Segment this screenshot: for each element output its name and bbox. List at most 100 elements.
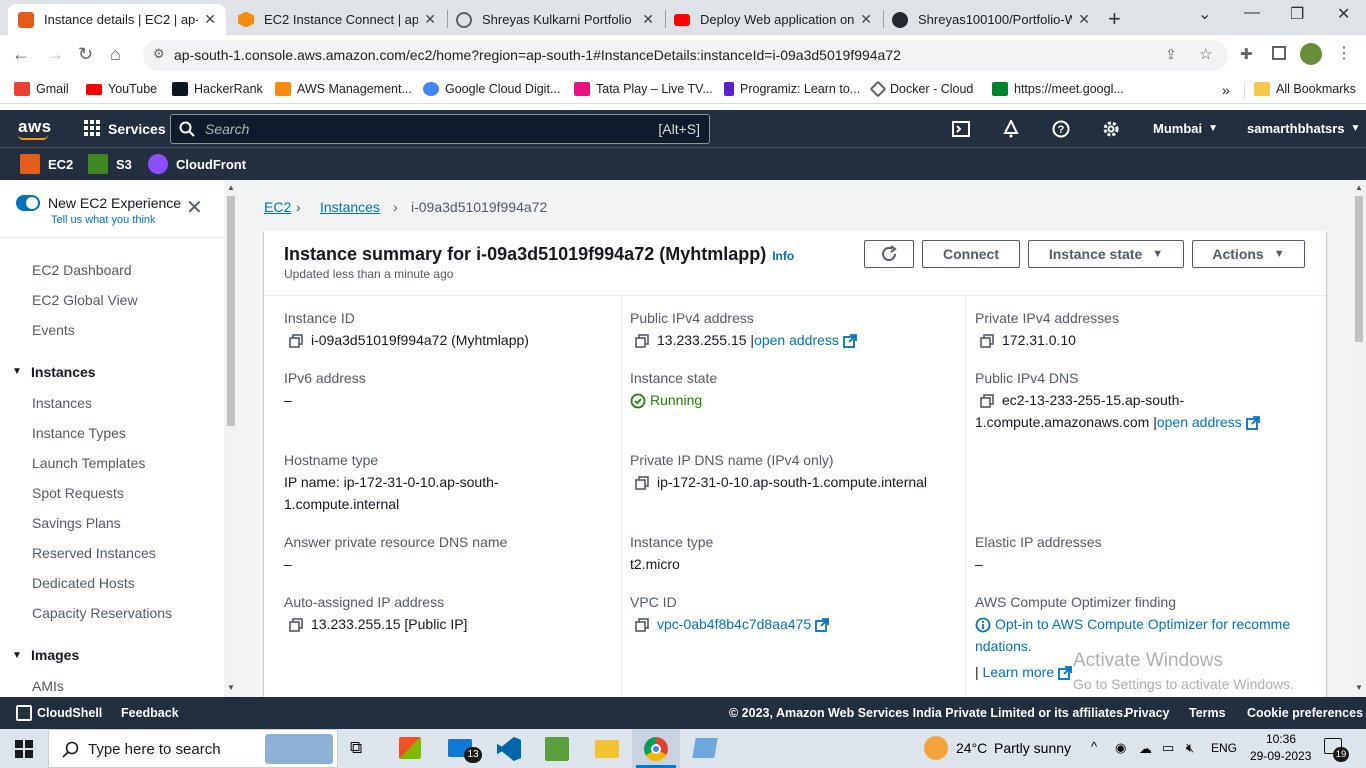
copy-icon[interactable] xyxy=(635,618,649,633)
aws-search-input[interactable]: Search [Alt+S] xyxy=(170,114,710,144)
optimizer-link-line1[interactable]: Opt-in to AWS Compute Optimizer for reco… xyxy=(975,613,1290,635)
bookmark-programiz[interactable]: Programiz: Learn to... xyxy=(724,82,860,96)
sidebar-item-ec2-dashboard[interactable]: EC2 Dashboard xyxy=(32,262,132,278)
scroll-up-icon[interactable]: ▲ xyxy=(227,183,235,192)
close-tab-icon[interactable]: ✕ xyxy=(642,11,654,28)
sidebar-item-amis[interactable]: AMIs xyxy=(32,678,64,694)
instance-state-button[interactable]: Instance state ▼ xyxy=(1028,240,1184,268)
region-selector[interactable]: Mumbai ▼ xyxy=(1153,121,1218,136)
battery-icon[interactable]: ▭ xyxy=(1162,740,1174,756)
favorite-ec2[interactable]: EC2 xyxy=(20,154,73,174)
external-link-icon[interactable] xyxy=(1245,416,1260,431)
task-view-icon[interactable]: ⧉ xyxy=(350,738,362,758)
cookie-preferences-link[interactable]: Cookie preferences xyxy=(1247,706,1363,720)
weather-description[interactable]: Partly sunny xyxy=(994,740,1071,756)
share-icon[interactable]: ⇪ xyxy=(1165,46,1177,63)
restore-icon[interactable]: ❐ xyxy=(1290,4,1304,24)
close-tab-icon[interactable]: ✕ xyxy=(204,11,216,28)
sidebar-section-images[interactable]: Images xyxy=(31,647,79,663)
breadcrumb-ec2[interactable]: EC2 xyxy=(264,199,291,215)
site-info-icon[interactable]: ⚙ xyxy=(153,46,165,62)
sidebar-item-launch-templates[interactable]: Launch Templates xyxy=(32,455,145,471)
copy-icon[interactable] xyxy=(980,334,994,349)
aws-logo[interactable]: aws xyxy=(18,117,52,137)
sidebar-item-instance-types[interactable]: Instance Types xyxy=(32,425,126,441)
settings-gear-icon[interactable] xyxy=(1102,120,1120,138)
feedback-button[interactable]: Feedback xyxy=(121,706,179,720)
extensions-icon[interactable]: ✚ xyxy=(1240,45,1253,63)
network-icon[interactable]: ☁ xyxy=(1139,741,1152,757)
cloudshell-icon[interactable] xyxy=(16,705,32,721)
main-scrollbar[interactable]: ▲ ▼ xyxy=(1352,180,1366,697)
side-panel-icon[interactable] xyxy=(1272,46,1286,60)
snipping-tool-icon[interactable] xyxy=(692,738,718,758)
photos-icon[interactable] xyxy=(545,737,569,761)
external-link-icon[interactable] xyxy=(1058,666,1073,681)
sidebar-scrollbar[interactable]: ▲ ▼ xyxy=(224,180,238,697)
bookmark-meet[interactable]: https://meet.googl... xyxy=(992,82,1124,96)
copy-icon[interactable] xyxy=(289,334,303,349)
sidebar-item-savings-plans[interactable]: Savings Plans xyxy=(32,515,121,531)
sidebar-item-dedicated-hosts[interactable]: Dedicated Hosts xyxy=(32,575,135,591)
bookmark-docker[interactable]: Docker - Cloud xyxy=(869,80,973,98)
home-icon[interactable]: ⌂ xyxy=(110,44,121,65)
caret-down-icon[interactable]: ▼ xyxy=(12,650,22,661)
address-bar[interactable]: ⚙ ap-south-1.console.aws.amazon.com/ec2/… xyxy=(143,40,1228,71)
weather-temperature[interactable]: 24°C xyxy=(956,740,987,756)
sidebar-item-spot-requests[interactable]: Spot Requests xyxy=(32,485,124,501)
vscode-icon[interactable] xyxy=(497,737,521,761)
terms-link[interactable]: Terms xyxy=(1189,706,1226,720)
sidebar-section-instances[interactable]: Instances xyxy=(31,364,96,380)
profile-avatar[interactable] xyxy=(1300,43,1322,65)
cloudshell-button[interactable]: CloudShell xyxy=(37,706,102,720)
browser-tab-github[interactable]: Shreyas100100/Portfolio-We ✕ xyxy=(882,4,1100,35)
minimize-icon[interactable]: — xyxy=(1244,4,1260,22)
open-address-link[interactable]: open address xyxy=(1157,414,1242,430)
clock-date[interactable]: 29-09-2023 xyxy=(1250,749,1311,763)
copy-icon[interactable] xyxy=(635,476,649,491)
browser-tab-ec2-instance[interactable]: Instance details | EC2 | ap-so ✕ xyxy=(8,4,226,35)
scroll-down-icon[interactable]: ▼ xyxy=(227,683,235,692)
camera-icon[interactable]: ◉ xyxy=(1115,740,1126,756)
copy-icon[interactable] xyxy=(635,334,649,349)
scroll-down-icon[interactable]: ▼ xyxy=(1355,683,1363,692)
back-icon[interactable]: ← xyxy=(12,44,30,65)
learn-more-link[interactable]: Learn more xyxy=(983,664,1055,680)
bookmark-aws[interactable]: AWS Management... xyxy=(275,82,412,96)
all-bookmarks-button[interactable]: All Bookmarks xyxy=(1254,82,1356,96)
reload-icon[interactable]: ↻ xyxy=(78,44,93,65)
bookmark-tata-play[interactable]: Tata Play – Live TV... xyxy=(574,82,713,96)
tray-chevron-up-icon[interactable]: ^ xyxy=(1091,739,1097,754)
scrollbar-thumb[interactable] xyxy=(1355,196,1363,342)
feedback-link[interactable]: Tell us what you think xyxy=(51,214,156,226)
volume-muted-icon[interactable]: 🔇︎ xyxy=(1186,740,1194,756)
scrollbar-thumb[interactable] xyxy=(227,196,235,426)
bookmark-star-icon[interactable]: ☆ xyxy=(1199,45,1212,63)
copy-icon[interactable] xyxy=(289,618,303,633)
new-tab-button[interactable]: + xyxy=(1108,6,1121,32)
chrome-menu-icon[interactable]: ⋮ xyxy=(1336,43,1352,63)
new-experience-toggle[interactable] xyxy=(16,195,40,211)
chrome-taskbar-button[interactable] xyxy=(632,729,680,768)
sidebar-item-events[interactable]: Events xyxy=(32,322,75,338)
optimizer-link[interactable]: Opt-in to AWS Compute Optimizer for reco… xyxy=(995,616,1290,632)
more-bookmarks-button[interactable]: » xyxy=(1222,82,1230,98)
cloudshell-icon[interactable] xyxy=(952,121,970,137)
copy-icon[interactable] xyxy=(980,394,994,409)
help-icon[interactable]: ? xyxy=(1052,120,1070,138)
bookmark-youtube[interactable]: YouTube xyxy=(86,82,157,96)
optimizer-link[interactable]: ndations. xyxy=(975,638,1032,654)
actions-button[interactable]: Actions ▼ xyxy=(1192,240,1305,268)
microsoft-store-icon[interactable] xyxy=(399,737,421,759)
favorite-cloudfront[interactable]: CloudFront xyxy=(148,154,246,174)
windows-start-icon[interactable] xyxy=(15,740,33,758)
external-link-icon[interactable] xyxy=(843,334,857,349)
info-link[interactable]: Info xyxy=(772,249,794,263)
notifications-bell-icon[interactable] xyxy=(1002,120,1020,138)
clock-time[interactable]: 10:36 xyxy=(1266,732,1296,746)
account-menu[interactable]: samarthbhatsrs ▼ xyxy=(1247,121,1360,136)
bookmark-gmail[interactable]: Gmail xyxy=(14,82,69,96)
caret-down-icon[interactable]: ▼ xyxy=(12,366,22,377)
sidebar-item-instances[interactable]: Instances xyxy=(32,395,92,411)
breadcrumb-instances[interactable]: Instances xyxy=(320,199,380,215)
